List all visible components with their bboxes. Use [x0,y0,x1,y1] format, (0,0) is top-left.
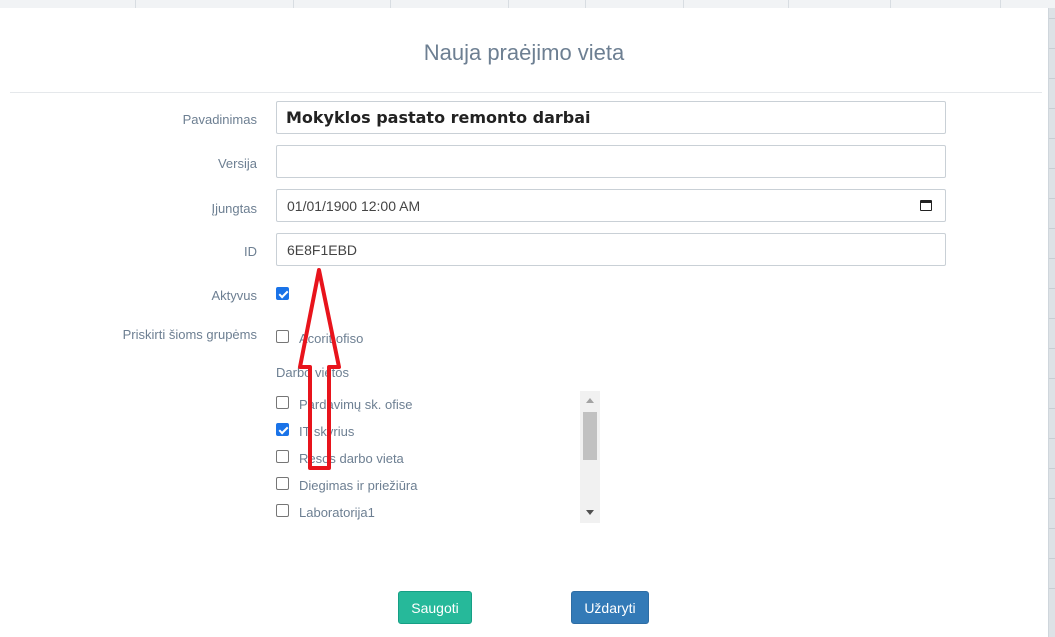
workplaces-scrollbar[interactable] [580,391,600,523]
active-label: Aktyvus [211,288,257,303]
name-label: Pavadinimas [182,112,257,127]
enabled-datetime-field[interactable]: 01/01/1900 12:00 AM [276,189,946,222]
workplace-checkbox[interactable] [276,450,289,463]
enabled-datetime-value: 01/01/1900 12:00 AM [287,197,421,214]
enabled-label: Įjungtas [211,201,257,216]
save-button[interactable]: Saugoti [398,591,472,624]
workplace-label: IT skyrius [299,424,355,439]
close-button[interactable]: Uždaryti [571,591,649,624]
workplace-checkbox[interactable] [276,423,289,436]
workplace-label: Resos darbo vieta [299,451,404,466]
groups-label: Priskirti šioms grupėms [122,327,257,342]
workplace-checkbox[interactable] [276,396,289,409]
office-group-checkbox[interactable] [276,330,289,343]
id-field[interactable]: 6E8F1EBD [276,233,946,266]
name-field[interactable]: Mokyklos pastato remonto darbai [276,101,946,134]
scroll-up-icon[interactable] [586,398,594,403]
scroll-thumb[interactable] [583,412,597,460]
scroll-down-icon[interactable] [586,510,594,515]
version-field[interactable] [276,145,946,178]
workplace-checkbox[interactable] [276,504,289,517]
active-checkbox[interactable] [276,287,289,300]
id-label: ID [244,244,257,259]
office-group-label: Acorit ofiso [299,331,364,346]
version-label: Versija [217,156,257,171]
modal-title: Nauja praėjimo vieta [423,40,625,65]
calendar-icon[interactable] [920,200,932,211]
header-divider [10,92,1042,93]
workplace-checkbox[interactable] [276,477,289,490]
workplaces-heading: Darbo vietos [276,365,349,380]
workplace-label: Diegimas ir priežiūra [299,478,418,493]
workplace-label: Pardavimų sk. ofise [299,397,413,412]
background-strip [1049,8,1055,637]
workplace-label: Laboratorija1 [299,505,375,520]
